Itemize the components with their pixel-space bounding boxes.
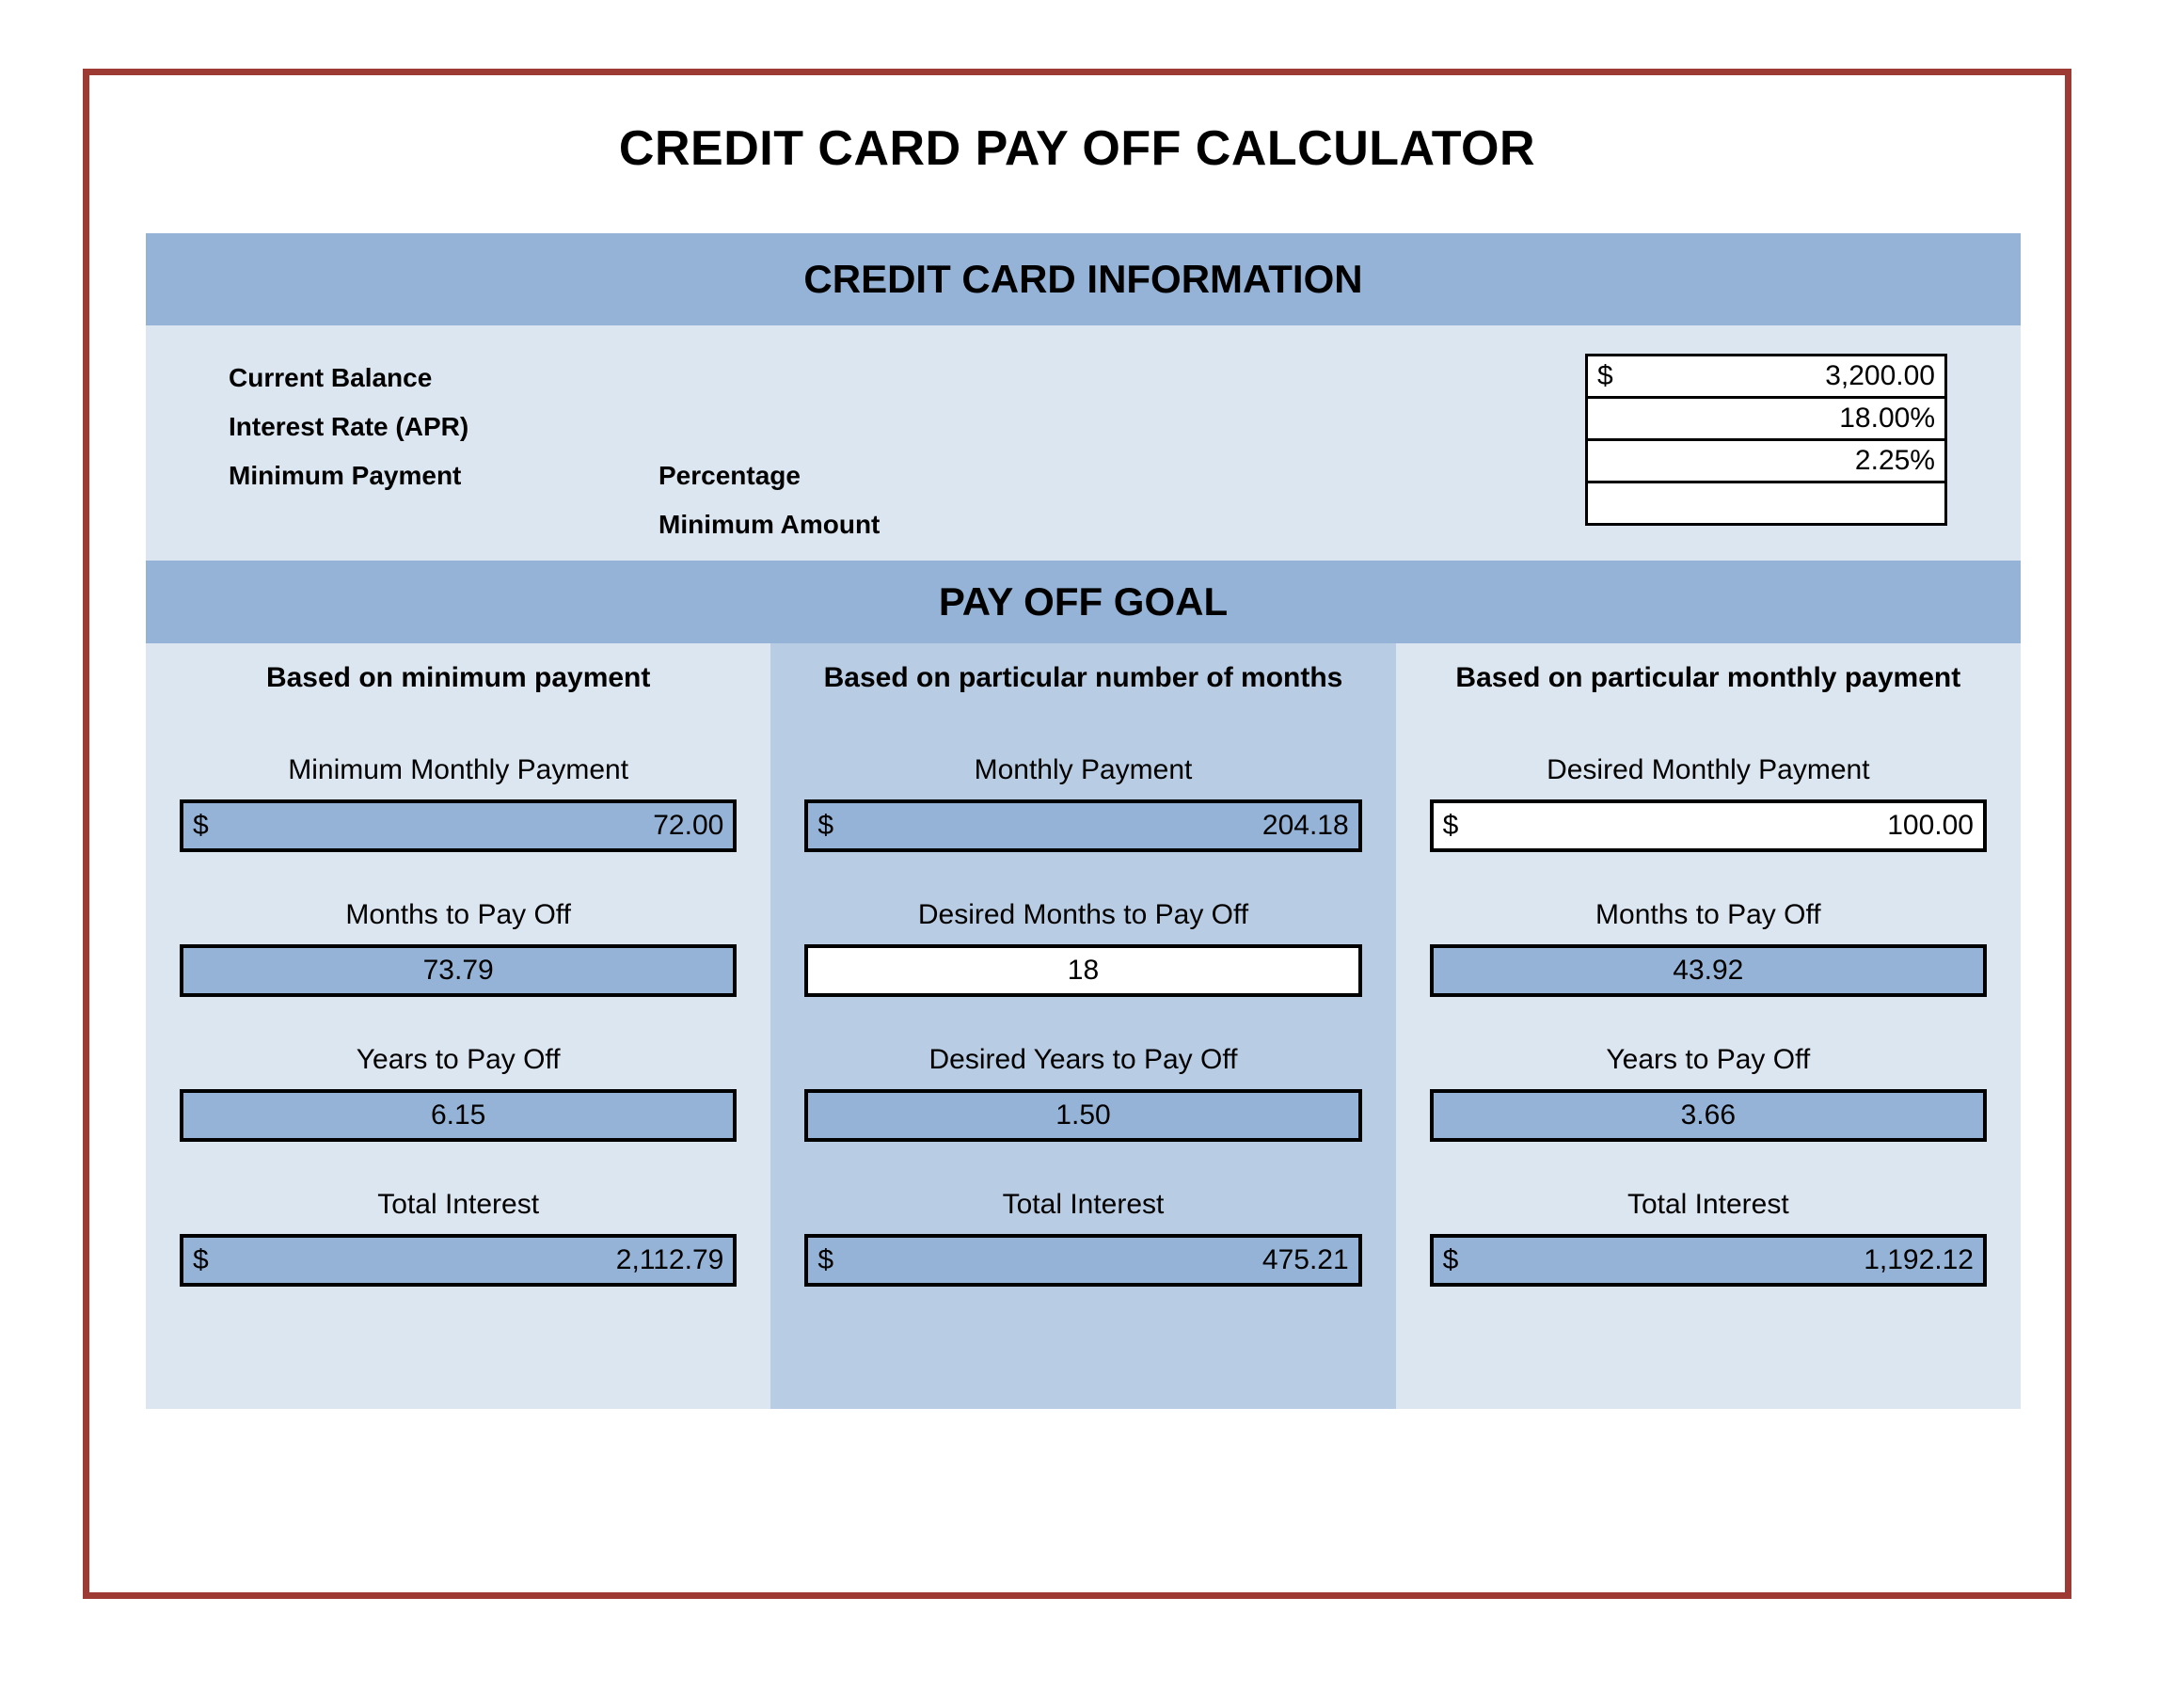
interest-rate-value: 18.00% [1839, 403, 1935, 434]
credit-card-information-body: Current Balance Interest Rate (APR) Mini… [146, 325, 2021, 561]
currency-symbol: $ [1597, 360, 1613, 391]
desired-years-to-pay-off-value: 1.50 [1055, 1099, 1111, 1131]
label-months-to-pay-off: Months to Pay Off [1595, 899, 1821, 930]
label-percentage: Percentage [659, 461, 801, 490]
pay-off-goal-columns: Based on minimum payment Minimum Monthly… [146, 643, 2021, 1409]
years-to-pay-off-value: 6.15 [430, 1099, 486, 1131]
currency-symbol: $ [817, 810, 834, 841]
calculator-frame: CREDIT CARD PAY OFF CALCULATOR CREDIT CA… [83, 69, 2071, 1599]
monthly-payment-value: 204.18 [1261, 810, 1349, 841]
interest-rate-input[interactable]: 18.00% [1585, 396, 1947, 438]
label-minimum-monthly-payment: Minimum Monthly Payment [288, 754, 629, 785]
column-title: Based on particular monthly payment [1455, 662, 1961, 693]
currency-symbol: $ [1442, 810, 1459, 841]
column-based-on-particular-monthly-payment: Based on particular monthly payment Desi… [1395, 643, 2021, 1409]
desired-monthly-payment-value: 100.00 [1887, 810, 1974, 841]
label-monthly-payment: Monthly Payment [974, 754, 1193, 785]
label-total-interest: Total Interest [1626, 1189, 1789, 1220]
months-to-pay-off-value-box: 73.79 [180, 944, 738, 997]
currency-symbol: $ [193, 810, 209, 841]
page-title: CREDIT CARD PAY OFF CALCULATOR [618, 121, 1536, 176]
label-interest-rate: Interest Rate (APR) [229, 412, 469, 441]
label-desired-years-to-pay-off: Desired Years to Pay Off [928, 1044, 1238, 1075]
years-to-pay-off-value-box: 6.15 [180, 1089, 738, 1142]
column-title: Based on particular number of months [823, 662, 1343, 693]
label-desired-monthly-payment: Desired Monthly Payment [1547, 754, 1870, 785]
total-interest-value: 1,192.12 [1864, 1244, 1974, 1275]
currency-symbol: $ [817, 1244, 834, 1275]
years-to-pay-off-value: 3.66 [1680, 1099, 1737, 1131]
label-current-balance: Current Balance [229, 363, 433, 392]
credit-card-information-section: CREDIT CARD INFORMATION Current Balance … [146, 233, 2021, 561]
months-to-pay-off-value: 43.92 [1673, 955, 1744, 986]
months-to-pay-off-value: 73.79 [422, 955, 494, 986]
total-interest-value: 2,112.79 [615, 1244, 724, 1275]
total-interest-value-box: $ 1,192.12 [1429, 1234, 1987, 1287]
credit-card-input-group: $ 3,200.00 18.00% 2.25% [1585, 354, 1947, 526]
column-based-on-particular-number-of-months: Based on particular number of months Mon… [770, 643, 1396, 1409]
pay-off-goal-section: PAY OFF GOAL Based on minimum payment Mi… [146, 561, 2021, 1409]
label-months-to-pay-off: Months to Pay Off [345, 899, 571, 930]
label-minimum-payment: Minimum Payment [229, 461, 462, 490]
minimum-payment-percentage-value: 2.25% [1854, 445, 1935, 476]
column-title: Based on minimum payment [265, 662, 651, 693]
label-years-to-pay-off: Years to Pay Off [356, 1044, 561, 1075]
desired-years-to-pay-off-value-box: 1.50 [804, 1089, 1362, 1142]
column-based-on-minimum-payment: Based on minimum payment Minimum Monthly… [146, 643, 771, 1409]
desired-months-to-pay-off-input[interactable]: 18 [804, 944, 1362, 997]
currency-symbol: $ [193, 1244, 209, 1275]
total-interest-value-box: $ 2,112.79 [180, 1234, 738, 1287]
label-desired-months-to-pay-off: Desired Months to Pay Off [917, 899, 1249, 930]
label-total-interest: Total Interest [1002, 1189, 1165, 1220]
years-to-pay-off-value-box: 3.66 [1429, 1089, 1987, 1142]
label-years-to-pay-off: Years to Pay Off [1606, 1044, 1811, 1075]
label-minimum-amount: Minimum Amount [659, 510, 881, 539]
minimum-monthly-payment-value: 72.00 [653, 810, 724, 841]
credit-card-information-header: CREDIT CARD INFORMATION [146, 233, 2021, 325]
label-total-interest: Total Interest [377, 1189, 540, 1220]
pay-off-goal-header: PAY OFF GOAL [146, 561, 2021, 643]
desired-monthly-payment-input[interactable]: $ 100.00 [1429, 799, 1987, 852]
desired-months-to-pay-off-value: 18 [1067, 955, 1100, 986]
currency-symbol: $ [1442, 1244, 1459, 1275]
current-balance-input[interactable]: $ 3,200.00 [1585, 354, 1947, 396]
minimum-monthly-payment-value-box: $ 72.00 [180, 799, 738, 852]
months-to-pay-off-value-box: 43.92 [1429, 944, 1987, 997]
total-interest-value-box: $ 475.21 [804, 1234, 1362, 1287]
minimum-payment-percentage-input[interactable]: 2.25% [1585, 438, 1947, 481]
monthly-payment-value-box: $ 204.18 [804, 799, 1362, 852]
total-interest-value: 475.21 [1261, 1244, 1349, 1275]
current-balance-value: 3,200.00 [1825, 360, 1935, 391]
minimum-payment-amount-input[interactable] [1585, 481, 1947, 526]
